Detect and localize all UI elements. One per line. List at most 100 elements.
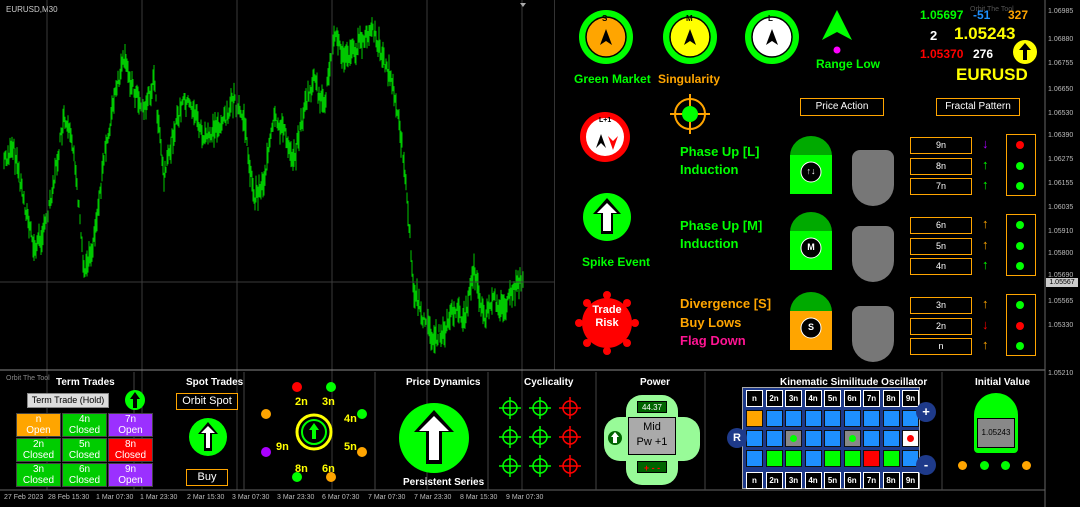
- fractal-row-2n[interactable]: 2n: [910, 318, 972, 335]
- signal-tile: [790, 292, 832, 350]
- kinematic-header: 2n: [765, 390, 783, 407]
- fractal-row-9n[interactable]: 9n: [910, 137, 972, 154]
- fractal-row-7n[interactable]: 7n: [910, 178, 972, 195]
- kinematic-cell: [863, 450, 880, 467]
- kinematic-cell: [824, 430, 841, 447]
- signal-circle-label: Green Market: [574, 72, 651, 86]
- term-trade-label: 2n: [32, 439, 45, 450]
- kinematic-header: 9n: [902, 390, 919, 407]
- price-tick: 1.06390: [1048, 132, 1074, 139]
- term-trade-hold-button[interactable]: Term Trade (Hold): [27, 393, 109, 408]
- kinematic-cell: [843, 430, 861, 447]
- term-trade-label: 9n: [124, 464, 137, 475]
- term-trade-cell-n[interactable]: n Open: [16, 413, 61, 437]
- kinematic-minus-button[interactable]: -: [916, 455, 936, 475]
- trade-risk-label: Trade Risk: [592, 304, 622, 329]
- stat-count: 2: [930, 28, 938, 43]
- power-widget: 44.37 Mid Pw +1 + - -: [604, 395, 700, 485]
- crosshair-icon: [670, 94, 710, 134]
- fractal-row-5n[interactable]: 5n: [910, 238, 972, 255]
- price-tick: 1.05210: [1048, 370, 1074, 377]
- fractal-row-n[interactable]: n: [910, 338, 972, 355]
- kinematic-plus-button[interactable]: +: [916, 402, 936, 422]
- fractal-row-8n[interactable]: 8n: [910, 158, 972, 175]
- arrow-down-icon: ↓: [982, 317, 989, 332]
- kinematic-cell: [804, 450, 822, 467]
- term-trade-cell-3n[interactable]: 3n Closed: [16, 463, 61, 487]
- orbit-label: 9n: [276, 441, 289, 453]
- price-tick: 1.06275: [1048, 156, 1074, 163]
- fractal-dot-group: [1006, 214, 1036, 276]
- price-tick: 1.05330: [1048, 322, 1074, 329]
- persistent-series-label: Persistent Series: [403, 477, 485, 488]
- phase-m-line1: Phase Up [M]: [680, 218, 763, 233]
- fractal-row-4n[interactable]: 4n: [910, 258, 972, 275]
- term-trade-label: 8n: [124, 439, 137, 450]
- orbit-spot-button[interactable]: Orbit Spot: [176, 393, 238, 410]
- term-trade-cell-2n[interactable]: 2n Closed: [16, 438, 61, 462]
- term-trade-cell-6n[interactable]: 6n Closed: [62, 463, 107, 487]
- arrow-up-icon: ↑: [982, 237, 989, 252]
- kinematic-footer: 6n: [843, 472, 861, 489]
- stat-diff: -51: [973, 8, 991, 22]
- orbit-ring: [261, 382, 367, 482]
- orbit-label: 6n: [322, 463, 335, 475]
- kinematic-cell: [785, 410, 802, 427]
- stat-range: 327: [1008, 8, 1029, 22]
- buy-button[interactable]: Buy: [186, 469, 228, 486]
- kinematic-cell: [746, 430, 763, 447]
- stat-value: 276: [973, 47, 994, 61]
- lh-signal-badge: L+1: [599, 117, 612, 124]
- term-trade-cell-5n[interactable]: 5n Closed: [62, 438, 107, 462]
- arrow-up-icon: ↑: [982, 177, 989, 192]
- term-trade-cell-4n[interactable]: 4n Closed: [62, 413, 107, 437]
- kinematic-cell: [882, 450, 900, 467]
- orbit-label: 4n: [344, 413, 357, 425]
- kinematic-footer: 2n: [765, 472, 783, 489]
- time-tick: 28 Feb 15:30: [48, 494, 90, 501]
- kinematic-header: 6n: [843, 390, 861, 407]
- persistent-series-icon: [399, 403, 469, 473]
- term-trade-cell-7n[interactable]: 7n Open: [108, 413, 153, 437]
- iv-dot-3: [1001, 461, 1010, 470]
- fractal-row-6n[interactable]: 6n: [910, 217, 972, 234]
- signal-circle-letter: L: [768, 14, 773, 23]
- kinematic-cell: [843, 450, 861, 467]
- term-trade-label: 7n: [124, 414, 137, 425]
- term-trade-up-icon: [125, 390, 145, 410]
- time-tick: 7 Mar 23:30: [414, 494, 452, 501]
- fractal-row-3n[interactable]: 3n: [910, 297, 972, 314]
- term-trade-cell-9n[interactable]: 9n Open: [108, 463, 153, 487]
- time-tick: 27 Feb 2023: [4, 494, 44, 501]
- power-up-icon: [608, 431, 622, 445]
- term-trade-cell-8n[interactable]: 8n Closed: [108, 438, 153, 462]
- signal-tile-symbol: S: [807, 322, 814, 332]
- orbit-label: 3n: [322, 396, 335, 408]
- kinematic-cell: [785, 450, 802, 467]
- kinematic-r-button[interactable]: R: [727, 428, 747, 448]
- signal-tile-symbol: ↑↓: [806, 166, 816, 176]
- cyclicality-title: Cyclicality: [524, 377, 574, 388]
- kinematic-cell: [746, 450, 763, 467]
- price-dynamics-title: Price Dynamics: [406, 377, 481, 388]
- time-tick: 7 Mar 07:30: [368, 494, 406, 501]
- up-arrow-icon: [1013, 40, 1037, 64]
- stat-low: 1.05370: [920, 47, 964, 61]
- kinematic-cell: [804, 410, 822, 427]
- kinematic-cell: [863, 410, 880, 427]
- kinematic-header: 7n: [863, 390, 880, 407]
- stat-symbol: EURUSD: [956, 65, 1028, 84]
- iv-dot-1: [958, 461, 967, 470]
- term-trade-label: 6n: [78, 464, 91, 475]
- stats-panel: 1.05697 -51 327 2 1.05243 1.05370 276 EU…: [918, 6, 1043, 86]
- time-tick: 6 Mar 07:30: [322, 494, 360, 501]
- kinematic-header: 8n: [882, 390, 900, 407]
- fractal-pattern-button[interactable]: Fractal Pattern: [936, 98, 1020, 116]
- price-action-button[interactable]: Price Action: [800, 98, 884, 116]
- iv-dot-2: [980, 461, 989, 470]
- term-trade-status: Closed: [68, 450, 101, 461]
- price-tick: 1.06530: [1048, 110, 1074, 117]
- range-low-label: Range Low: [816, 57, 881, 71]
- initial-value-title: Initial Value: [975, 377, 1031, 388]
- time-tick: 8 Mar 15:30: [460, 494, 498, 501]
